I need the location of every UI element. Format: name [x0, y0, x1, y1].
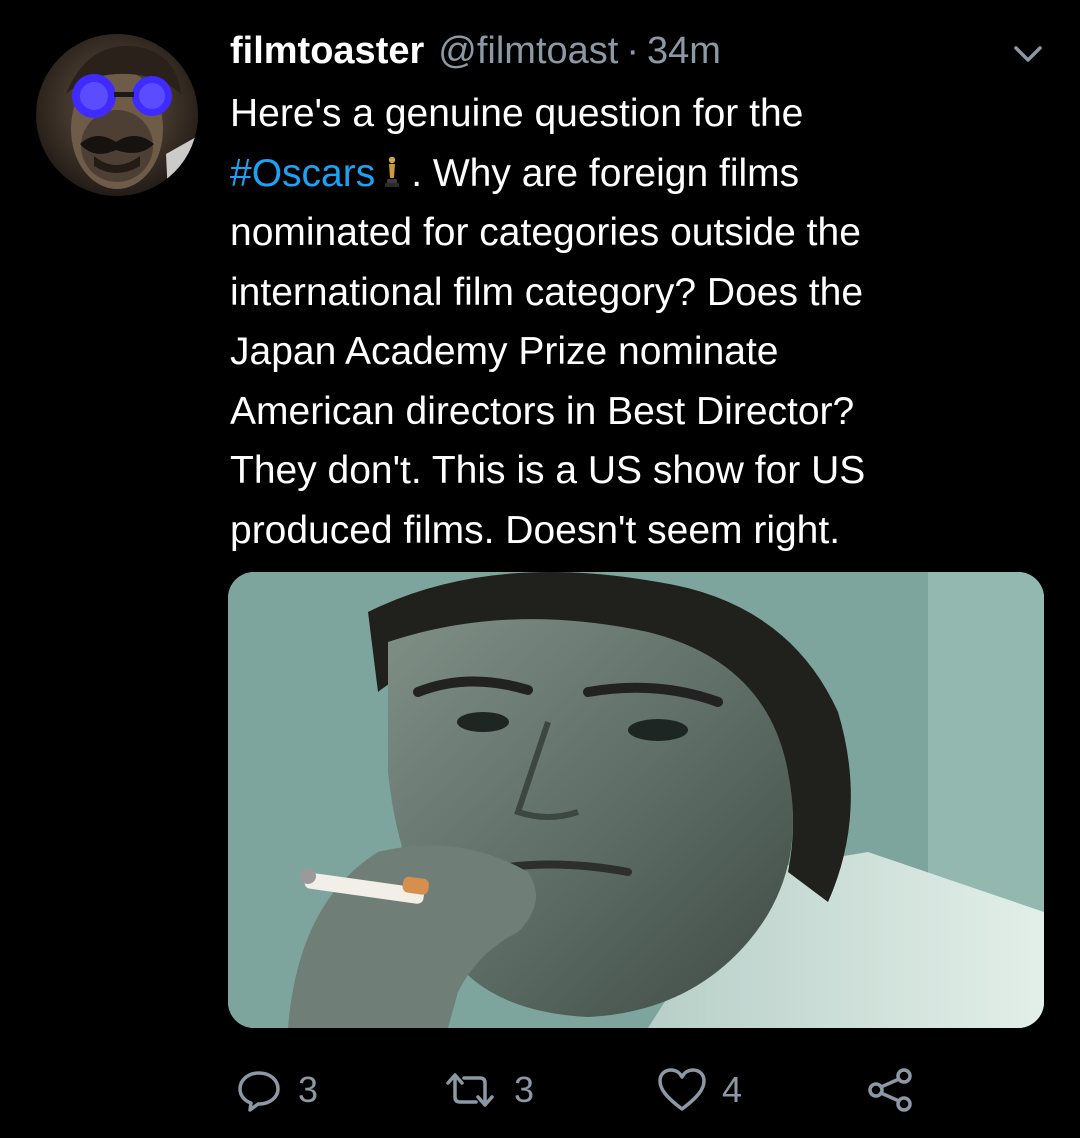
- tweet-actions: 3 3 4: [0, 1058, 1080, 1122]
- tweet-text-line: #Oscars . Why are foreign films: [230, 144, 1030, 204]
- user-handle[interactable]: @filmtoast: [438, 30, 618, 73]
- hashtag-link[interactable]: #Oscars: [230, 152, 375, 195]
- tweet-text-line: nominated for categories outside the: [230, 211, 861, 254]
- reply-count: 3: [298, 1069, 319, 1110]
- retweet-icon: [446, 1073, 494, 1107]
- tweet-text: Here's a genuine question for the #Oscar…: [230, 84, 1030, 560]
- timestamp[interactable]: 34m: [647, 30, 721, 73]
- like-count: 4: [722, 1069, 743, 1110]
- tweet-text-line: American directors in Best Director?: [230, 389, 855, 433]
- tweet-header: filmtoaster @filmtoast · 34m: [230, 30, 721, 76]
- tweet-text-line: They don't. This is a US show for US: [230, 449, 866, 492]
- retweet-count: 3: [514, 1069, 535, 1110]
- like-button[interactable]: 4: [656, 1058, 742, 1122]
- header-separator: ·: [626, 30, 639, 72]
- tweet-text-span: . Why are foreign films: [411, 151, 800, 195]
- tweet-text-line: Japan Academy Prize nominate: [230, 330, 779, 373]
- retweet-button[interactable]: 3: [440, 1058, 534, 1122]
- reply-icon: [238, 1071, 280, 1112]
- reply-button[interactable]: 3: [234, 1058, 318, 1122]
- share-button[interactable]: [864, 1058, 916, 1122]
- tweet-image[interactable]: [228, 572, 1044, 1028]
- share-icon: [868, 1068, 912, 1112]
- heart-icon: [658, 1068, 706, 1111]
- tweet-text-line: international film category? Does the: [230, 270, 864, 314]
- display-name[interactable]: filmtoaster: [230, 30, 424, 73]
- tweet-text-line: Here's a genuine question for the: [230, 92, 804, 135]
- chevron-down-icon[interactable]: [1008, 40, 1048, 68]
- oscar-trophy-icon: [379, 148, 405, 187]
- tweet-card[interactable]: filmtoaster @filmtoast · 34m Here's a ge…: [0, 0, 1080, 1138]
- tweet-text-line: produced films. Doesn't seem right.: [230, 508, 841, 552]
- avatar[interactable]: [36, 34, 198, 196]
